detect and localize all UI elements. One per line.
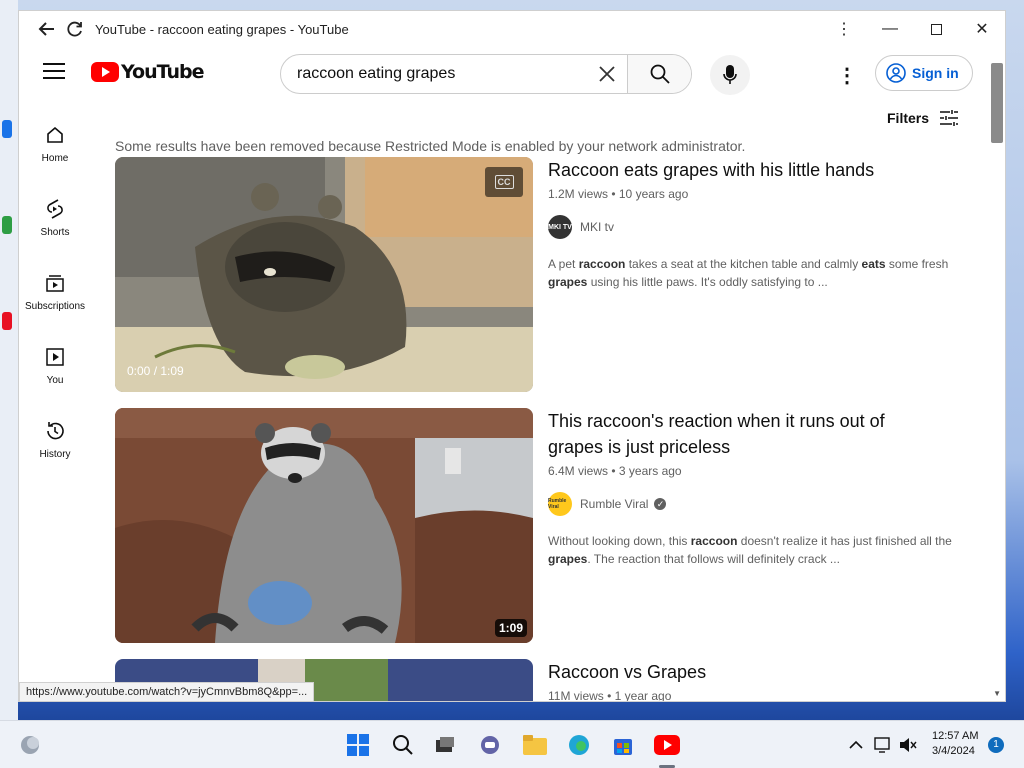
sidebar-item-label: History xyxy=(39,449,71,460)
search-icon xyxy=(650,64,670,84)
scrollbar-thumb[interactable] xyxy=(991,63,1003,143)
taskbar: 12:57 AM 3/4/2024 1 xyxy=(0,720,1024,768)
channel-row[interactable]: MKI TV MKI tv xyxy=(548,215,958,239)
video-stats: 11M views • 1 year ago xyxy=(548,689,672,702)
you-icon xyxy=(45,345,65,369)
video-duration: 1:09 xyxy=(494,619,527,637)
channel-row[interactable]: Rumble Viral Rumble Viral ✓ xyxy=(548,492,958,516)
home-icon xyxy=(45,123,65,147)
video-meta: Raccoon vs Grapes 11M views • 1 year ago xyxy=(548,659,955,702)
channel-avatar[interactable]: Rumble Viral xyxy=(548,492,572,516)
settings-menu-icon[interactable]: ⋮ xyxy=(837,63,857,88)
youtube-masthead: YouTube ⋮ Sign in xyxy=(19,47,1005,101)
closed-captions-badge: CC xyxy=(485,167,523,197)
taskbar-clock[interactable]: 12:57 AM 3/4/2024 xyxy=(932,729,978,759)
network-icon[interactable] xyxy=(869,731,897,759)
voice-search-button[interactable] xyxy=(710,55,750,95)
file-explorer-icon[interactable] xyxy=(521,731,549,759)
shorts-icon xyxy=(45,197,65,221)
menu-icon[interactable] xyxy=(43,63,65,84)
clear-search-icon[interactable] xyxy=(587,55,627,93)
search-input[interactable] xyxy=(281,55,587,93)
sidebar-item-history[interactable]: History xyxy=(19,397,91,471)
sidebar: Home Shorts Subscriptions You History xyxy=(19,101,91,471)
edge-browser-icon[interactable] xyxy=(565,731,593,759)
account-icon xyxy=(886,63,906,83)
sidebar-item-label: You xyxy=(46,375,64,386)
video-description: A pet raccoon takes a seat at the kitche… xyxy=(548,257,949,289)
notification-count-badge[interactable]: 1 xyxy=(988,737,1004,753)
video-stats: 1.2M views • 10 years ago xyxy=(548,187,689,201)
back-arrow-icon[interactable] xyxy=(33,15,61,43)
sign-in-button[interactable]: Sign in xyxy=(875,55,973,91)
microphone-icon xyxy=(723,65,737,84)
microsoft-store-icon[interactable] xyxy=(609,731,637,759)
sidebar-item-subscriptions[interactable]: Subscriptions xyxy=(19,249,91,323)
minimize-icon[interactable]: — xyxy=(867,11,913,47)
search-box xyxy=(280,54,692,94)
video-result[interactable]: 1:09 This raccoon's reaction when it run… xyxy=(115,408,955,644)
video-stats: 6.4M views • 3 years ago xyxy=(548,464,682,478)
sign-in-label: Sign in xyxy=(912,65,959,81)
sidebar-item-label: Home xyxy=(41,153,69,164)
subscriptions-icon xyxy=(45,271,65,295)
youtube-app-icon[interactable] xyxy=(653,731,681,759)
logo-text: YouTube xyxy=(121,61,204,83)
sidebar-item-label: Shorts xyxy=(40,227,70,238)
filter-sliders-icon xyxy=(940,110,959,126)
sidebar-item-home[interactable]: Home xyxy=(19,101,91,175)
video-meta: This raccoon's reaction when it runs out… xyxy=(548,408,958,568)
title-bar: YouTube - raccoon eating grapes - YouTub… xyxy=(19,11,1005,47)
cc-label: CC xyxy=(494,175,514,189)
sidebar-item-label: Subscriptions xyxy=(24,301,86,312)
volume-muted-icon[interactable] xyxy=(894,731,922,759)
video-meta: Raccoon eats grapes with his little hand… xyxy=(548,157,958,291)
browser-window: YouTube - raccoon eating grapes - YouTub… xyxy=(18,10,1006,702)
chat-icon[interactable] xyxy=(476,731,504,759)
restricted-mode-notice: Some results have been removed because R… xyxy=(115,138,746,154)
channel-avatar[interactable]: MKI TV xyxy=(548,215,572,239)
playback-time: 0:00 / 1:09 xyxy=(127,364,184,378)
clock-date: 3/4/2024 xyxy=(932,745,975,757)
filters-label: Filters xyxy=(887,110,930,126)
task-view-icon[interactable] xyxy=(431,731,459,759)
raccoon-sofa-thumbnail-image xyxy=(115,408,533,643)
show-hidden-icons-chevron-icon[interactable] xyxy=(842,731,870,759)
history-icon xyxy=(44,419,66,443)
window-title: YouTube - raccoon eating grapes - YouTub… xyxy=(95,21,349,37)
channel-name[interactable]: MKI tv xyxy=(580,220,614,234)
channel-name[interactable]: Rumble Viral xyxy=(580,497,648,511)
taskbar-search-icon[interactable] xyxy=(389,731,417,759)
reload-icon[interactable] xyxy=(61,15,89,43)
scrollbar[interactable]: ▲ xyxy=(989,47,1005,701)
window-menu-icon[interactable]: ⋮ xyxy=(821,11,867,47)
sidebar-item-you[interactable]: You xyxy=(19,323,91,397)
video-description: Without looking down, this raccoon doesn… xyxy=(548,534,952,566)
youtube-play-icon xyxy=(91,62,119,82)
video-result[interactable]: CC 0:00 / 1:09 Raccoon eats grapes with … xyxy=(115,157,955,393)
desktop-icons-strip xyxy=(0,0,18,720)
video-title[interactable]: Raccoon vs Grapes xyxy=(548,659,955,685)
close-icon[interactable]: ✕ xyxy=(959,11,1005,47)
verified-badge-icon: ✓ xyxy=(654,498,667,510)
sidebar-item-shorts[interactable]: Shorts xyxy=(19,175,91,249)
link-status-bar: https://www.youtube.com/watch?v=jyCmnvBb… xyxy=(19,682,315,701)
video-thumbnail[interactable]: 1:09 xyxy=(115,408,533,643)
raccoon-table-thumbnail-image xyxy=(115,157,533,392)
weather-widget-icon[interactable] xyxy=(16,731,44,759)
video-thumbnail[interactable]: CC 0:00 / 1:09 xyxy=(115,157,533,392)
clock-time: 12:57 AM xyxy=(932,730,979,742)
video-title[interactable]: Raccoon eats grapes with his little hand… xyxy=(548,157,958,183)
start-windows-icon[interactable] xyxy=(344,731,372,759)
filters-button[interactable]: Filters xyxy=(887,109,959,127)
youtube-logo[interactable]: YouTube xyxy=(91,61,204,83)
maximize-icon[interactable] xyxy=(913,11,959,47)
search-button[interactable] xyxy=(627,55,691,93)
scroll-down-arrow-icon[interactable]: ▼ xyxy=(993,689,1001,698)
video-title[interactable]: This raccoon's reaction when it runs out… xyxy=(548,408,908,460)
